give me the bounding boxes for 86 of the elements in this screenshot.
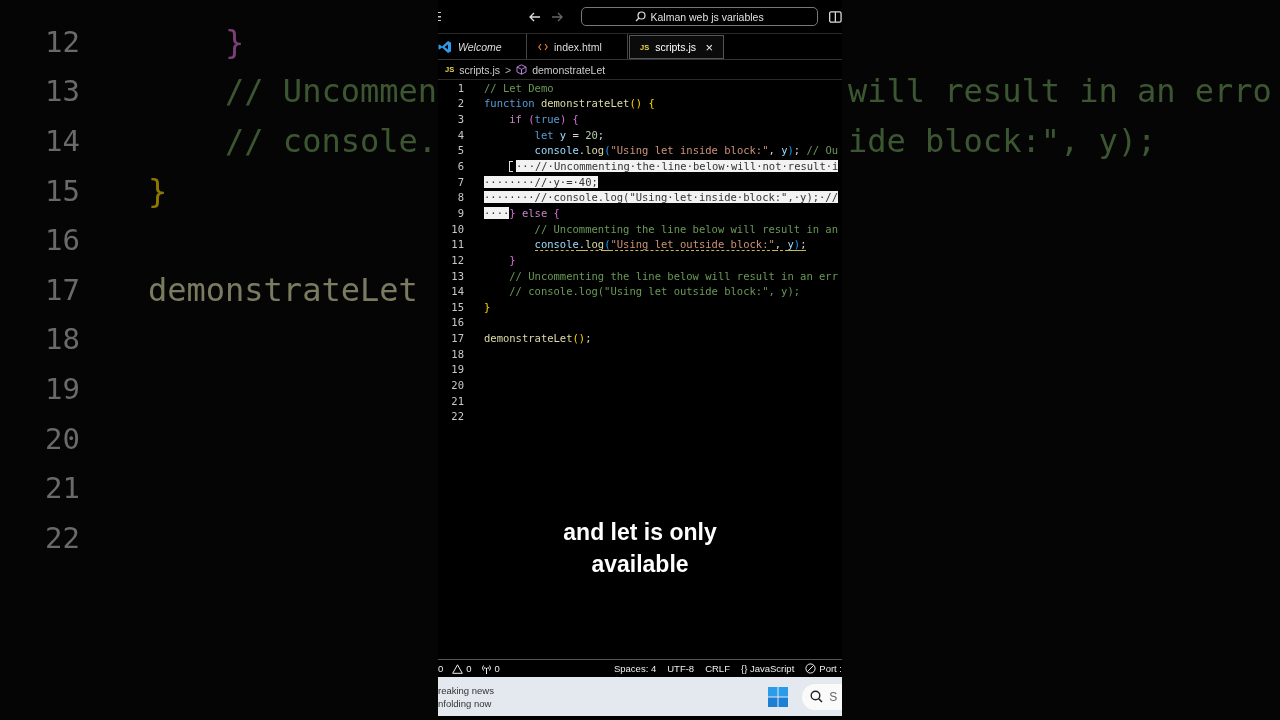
code-line: // console. xyxy=(224,122,437,160)
status-item[interactable]: {} JavaScript xyxy=(740,663,795,674)
panel-layout-icon[interactable] xyxy=(829,10,842,23)
command-search-field[interactable]: Kalman web js variables xyxy=(580,7,819,26)
line-number: 5 xyxy=(456,144,464,157)
windows-logo-icon[interactable] xyxy=(768,686,789,707)
status-item[interactable]: UTF-8 xyxy=(667,663,695,674)
status-item[interactable]: Spaces: 4 xyxy=(613,663,657,674)
line-number: 18 xyxy=(450,347,464,360)
editor-tab[interactable]: index.html xyxy=(527,34,628,59)
code-line: } xyxy=(224,22,245,61)
code-line: ide block:", y); xyxy=(848,122,1157,160)
subtitle-text: available xyxy=(591,550,689,579)
code-line: will result in an erro xyxy=(848,72,1272,111)
antenna-icon xyxy=(480,663,492,674)
search-icon xyxy=(810,690,824,703)
code-line: // console.log("Using let outside block:", y); xyxy=(508,285,801,298)
line-number: 14 xyxy=(44,124,80,158)
back-icon[interactable] xyxy=(528,11,541,22)
line-number: 21 xyxy=(44,471,80,506)
forward-icon[interactable] xyxy=(550,11,563,22)
code-line: demonstrateLet(); xyxy=(484,332,592,345)
line-number: 4 xyxy=(456,128,464,141)
code-line: // Let Demo xyxy=(484,81,554,94)
cube-icon xyxy=(516,64,528,75)
line-number: 2 xyxy=(456,97,464,110)
status-item[interactable]: 0 xyxy=(452,663,472,674)
code-line: console.log("Using let outside block:", y); xyxy=(533,238,807,251)
line-number: 12 xyxy=(44,24,80,59)
editor-tab[interactable]: Welcome xyxy=(438,34,527,59)
code-line: demonstrateLet xyxy=(148,270,418,309)
line-number: 20 xyxy=(450,379,464,391)
line-number: 14 xyxy=(450,285,464,298)
line-number: 18 xyxy=(44,322,80,357)
line-number: 9 xyxy=(456,206,464,219)
code-line: // Uncommenting the line below will result in an err xyxy=(508,269,838,282)
line-number: 6 xyxy=(456,160,464,172)
search-icon xyxy=(635,11,647,22)
code-line: } xyxy=(484,300,491,313)
taskbar-search-field[interactable]: S xyxy=(802,683,842,710)
subtitle-text: and let is only xyxy=(563,518,717,547)
status-item[interactable]: Port : xyxy=(805,663,842,674)
line-number: 17 xyxy=(450,332,464,345)
line-number: 3 xyxy=(456,113,464,126)
line-number: 13 xyxy=(450,269,464,282)
line-number: 7 xyxy=(456,175,464,188)
breadcrumb-item[interactable]: demonstrateLet xyxy=(532,63,606,76)
line-number: 16 xyxy=(450,316,464,329)
line-number: 20 xyxy=(44,421,80,456)
code-line: } xyxy=(148,171,168,210)
line-number: 12 xyxy=(450,253,464,266)
line-number: 22 xyxy=(44,520,80,555)
line-number: 16 xyxy=(44,223,80,258)
code-line: function demonstrateLet() { xyxy=(484,97,655,110)
line-number: 1 xyxy=(456,81,464,94)
close-icon[interactable]: × xyxy=(705,39,713,55)
line-number: 21 xyxy=(450,394,464,407)
line-number: 11 xyxy=(450,238,464,251)
line-number: 17 xyxy=(44,272,80,307)
status-item[interactable]: 0 xyxy=(438,663,444,674)
code-line: let y = 20; xyxy=(533,128,605,141)
code-line: if (true) { xyxy=(508,113,579,126)
code-line: } xyxy=(508,253,516,266)
code-line: ····} else { xyxy=(484,206,560,219)
code-line: // Uncommen xyxy=(224,72,437,111)
line-number: 13 xyxy=(44,74,80,109)
editor-logo-icon xyxy=(438,39,452,54)
line-number: 10 xyxy=(450,222,464,235)
line-number: 15 xyxy=(44,173,80,208)
blocked-icon xyxy=(805,663,817,674)
line-number: 15 xyxy=(450,300,464,313)
menu-icon[interactable] xyxy=(438,12,441,21)
line-number: 22 xyxy=(450,410,464,423)
status-item[interactable]: CRLF xyxy=(705,663,730,674)
breadcrumb-item[interactable]: scripts.js xyxy=(459,63,501,76)
warning-icon xyxy=(452,663,464,674)
code-line: // Uncommenting the line below will result in an xyxy=(533,222,838,235)
code-brackets-icon xyxy=(538,42,548,51)
news-text: reaking news xyxy=(438,683,495,697)
news-text: nfolding now xyxy=(438,696,493,710)
code-line: console.log("Using let inside block:", y); // Ou xyxy=(533,144,839,157)
line-number: 19 xyxy=(44,371,80,406)
breadcrumb-separator: > xyxy=(505,63,512,76)
line-number: 19 xyxy=(450,363,464,376)
line-number: 8 xyxy=(456,191,464,204)
status-item[interactable]: 0 xyxy=(480,663,500,674)
